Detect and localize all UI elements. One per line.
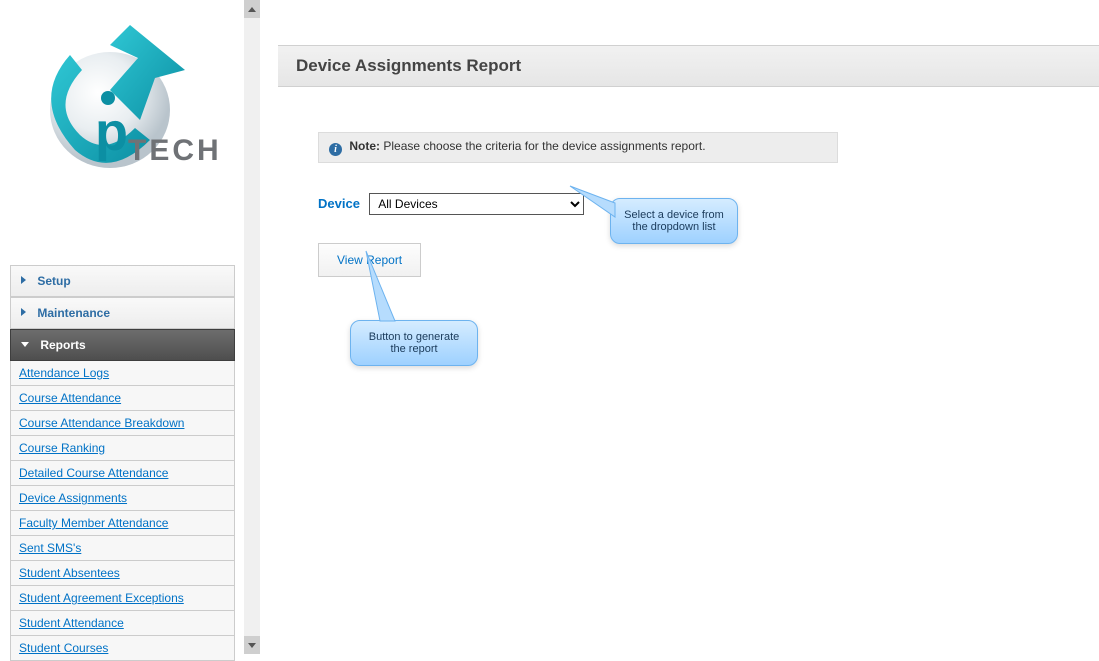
nav-item[interactable]: Student Courses [10,636,235,661]
nav-link-course-attendance-breakdown[interactable]: Course Attendance Breakdown [19,416,184,430]
nav-link-course-ranking[interactable]: Course Ranking [19,441,105,455]
note-bar: i Note: Please choose the criteria for t… [318,132,838,163]
logo: p TECH [10,0,235,200]
nav-section-reports[interactable]: Reports [10,329,235,361]
nav-section-maintenance[interactable]: Maintenance [10,297,235,329]
nav-item[interactable]: Faculty Member Attendance [10,511,235,536]
reports-submenu: Attendance Logs Course Attendance Course… [10,361,235,661]
nav-link-faculty-member-attendance[interactable]: Faculty Member Attendance [19,516,168,530]
nav-link-student-absentees[interactable]: Student Absentees [19,566,120,580]
nav-section-label: Reports [40,338,85,352]
nav-item[interactable]: Device Assignments [10,486,235,511]
button-row: View Report [318,243,1099,277]
chevron-down-icon [248,643,256,648]
nav-section-setup[interactable]: Setup [10,265,235,297]
nav-item[interactable]: Course Ranking [10,436,235,461]
info-icon: i [329,143,342,156]
nav-item[interactable]: Course Attendance [10,386,235,411]
nav-item[interactable]: Student Agreement Exceptions [10,586,235,611]
nav-section-label: Maintenance [37,306,110,320]
note-label: Note: [349,139,380,153]
callout-text: Select a device from the dropdown list [624,209,724,233]
nav-menu: Setup Maintenance Reports Attendance Log… [10,265,235,661]
callout-tail-icon [570,181,620,221]
callout-button-tip: Button to generate the report [350,320,478,366]
nav-link-sent-sms[interactable]: Sent SMS's [19,541,81,555]
callout-text: Button to generate the report [369,331,460,355]
nav-link-student-agreement-exceptions[interactable]: Student Agreement Exceptions [19,591,184,605]
nav-item[interactable]: Student Attendance [10,611,235,636]
note-text: Please choose the criteria for the devic… [383,139,705,153]
chevron-right-icon [21,308,26,316]
nav-link-device-assignments[interactable]: Device Assignments [19,491,127,505]
nav-item[interactable]: Attendance Logs [10,361,235,386]
nav-item[interactable]: Detailed Course Attendance [10,461,235,486]
nav-link-detailed-course-attendance[interactable]: Detailed Course Attendance [19,466,168,480]
nav-item[interactable]: Course Attendance Breakdown [10,411,235,436]
nav-item[interactable]: Student Absentees [10,561,235,586]
device-select[interactable]: All Devices [369,193,584,215]
sidebar-scrollbar[interactable] [244,0,260,654]
logo-text: TECH [128,134,222,167]
sidebar: p TECH Setup Maintenance Reports Attenda… [10,0,235,661]
nav-link-attendance-logs[interactable]: Attendance Logs [19,366,109,380]
nav-section-label: Setup [37,274,70,288]
svg-text:p: p [95,102,128,162]
callout-device-tip: Select a device from the dropdown list [610,198,738,244]
scroll-down-button[interactable] [244,636,260,654]
chevron-right-icon [21,276,26,284]
nav-link-student-attendance[interactable]: Student Attendance [19,616,124,630]
callout-tail-icon [360,251,410,326]
chevron-up-icon [248,7,256,12]
chevron-down-icon [21,342,29,347]
nav-link-course-attendance[interactable]: Course Attendance [19,391,121,405]
page-title: Device Assignments Report [278,45,1099,87]
nav-link-student-courses[interactable]: Student Courses [19,641,108,655]
device-label: Device [318,196,360,211]
nav-item[interactable]: Sent SMS's [10,536,235,561]
scroll-up-button[interactable] [244,0,260,18]
